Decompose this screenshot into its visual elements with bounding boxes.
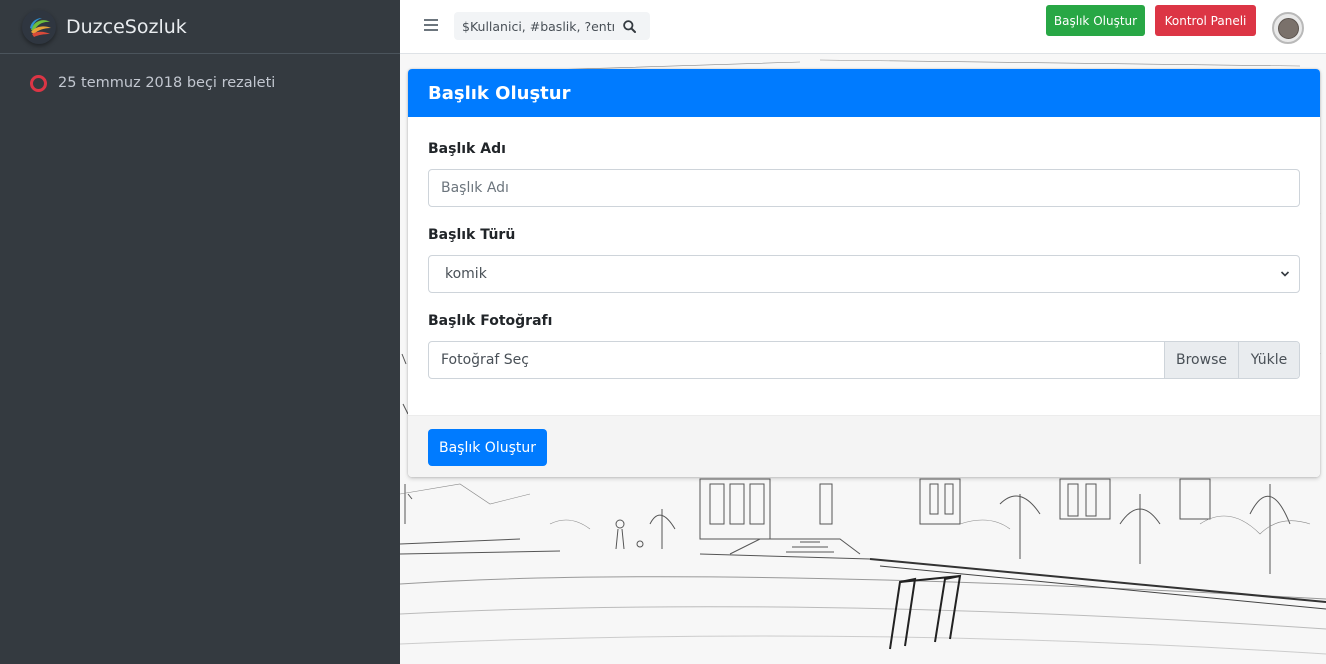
search-box [454,12,650,40]
user-avatar-icon [1277,17,1299,39]
circle-icon [30,74,47,92]
card-footer: Başlık Oluştur [408,415,1320,477]
card-header: Başlık Oluştur [408,69,1320,117]
topic-name-label: Başlık Adı [428,141,506,157]
sidebar: DuzceSozluk 25 temmuz 2018 beçi rezaleti [0,0,400,664]
topic-type-label: Başlık Türü [428,227,516,243]
chevron-down-icon [1280,271,1290,277]
brand-logo-icon [22,9,56,44]
create-topic-nav-button[interactable]: Başlık Oluştur [1046,5,1145,36]
control-panel-button[interactable]: Kontrol Paneli [1155,5,1256,36]
card-body: Başlık Adı Başlık Türü komik Başlık Foto… [408,117,1320,415]
top-navbar: Başlık Oluştur Kontrol Paneli [400,0,1326,54]
hamburger-menu-icon[interactable] [424,19,438,31]
browse-button[interactable]: Browse [1164,342,1238,378]
card-title: Başlık Oluştur [428,82,571,104]
topic-type-value: komik [445,266,487,282]
brand[interactable]: DuzceSozluk [0,0,400,54]
sidebar-item-topic[interactable]: 25 temmuz 2018 beçi rezaleti [0,73,400,93]
avatar[interactable] [1272,12,1304,44]
search-icon [622,19,636,33]
topic-photo-label: Başlık Fotoğrafı [428,313,553,329]
topic-type-select[interactable]: komik [428,255,1300,293]
create-topic-card: Başlık Oluştur Başlık Adı Başlık Türü ko… [408,69,1320,477]
search-button[interactable] [614,12,644,40]
topic-photo-file-input: Fotoğraf Seç Browse Yükle [428,341,1300,379]
search-input[interactable] [454,12,614,40]
file-choose-label[interactable]: Fotoğraf Seç [429,342,1164,378]
sidebar-item-label: 25 temmuz 2018 beçi rezaleti [58,75,276,91]
brand-name: DuzceSozluk [66,15,187,38]
topic-name-input[interactable] [428,169,1300,207]
upload-button[interactable]: Yükle [1238,342,1299,378]
create-topic-submit-button[interactable]: Başlık Oluştur [428,429,547,466]
